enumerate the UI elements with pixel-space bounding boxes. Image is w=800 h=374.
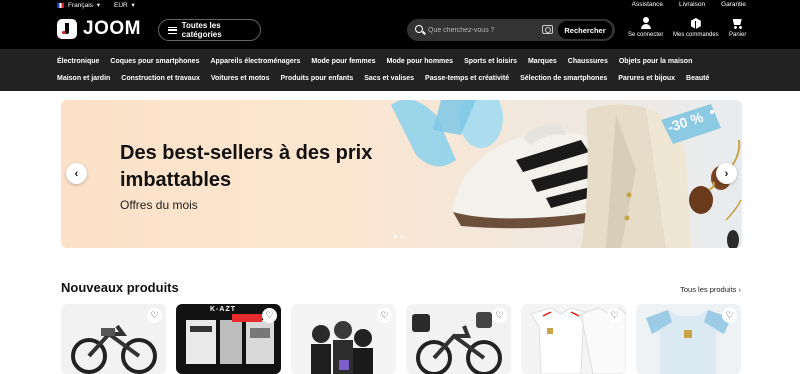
banner-subtitle: Offres du mois	[120, 198, 198, 212]
nav-item-electronique[interactable]: Électronique	[57, 58, 99, 65]
france-flag-icon	[57, 2, 64, 8]
nav-item-electromenagers[interactable]: Appareils électroménagers	[210, 58, 300, 65]
banner-pagination	[394, 235, 403, 238]
sunglasses-image	[689, 139, 742, 248]
top-utility-bar: Français ▾ EUR ▾ Assistance Livraison Ga…	[0, 0, 800, 11]
banner-title: Des best-sellers à des prix imbattables	[120, 142, 373, 191]
language-selector[interactable]: Français ▾	[57, 1, 100, 9]
pagination-dot[interactable]	[400, 235, 403, 238]
nav-item-objets-maison[interactable]: Objets pour la maison	[619, 58, 693, 65]
cart-button[interactable]: Panier	[729, 17, 746, 38]
sign-in-button[interactable]: Se connecter	[628, 17, 663, 38]
cart-icon	[732, 17, 744, 30]
favorite-heart-icon[interactable]: ♡	[492, 308, 507, 323]
nav-item-sports[interactable]: Sports et loisirs	[464, 58, 517, 65]
nav-item-beaute[interactable]: Beauté	[686, 75, 709, 82]
nav-item-marques[interactable]: Marques	[528, 58, 557, 65]
livraison-link[interactable]: Livraison	[679, 1, 705, 8]
search-input[interactable]	[428, 23, 543, 37]
category-nav-row-2: Maison et jardin Construction et travaux…	[57, 75, 709, 82]
nav-item-maison-jardin[interactable]: Maison et jardin	[57, 75, 110, 82]
cart-label: Panier	[729, 32, 747, 38]
main-header: JOOM Toutes les catégories Rechercher Se…	[0, 11, 800, 49]
garantie-link[interactable]: Garantie	[721, 1, 746, 8]
currency-label: EUR	[114, 1, 128, 9]
nav-item-mode-femmes[interactable]: Mode pour femmes	[311, 58, 375, 65]
product-card-group[interactable]: ♡	[291, 304, 396, 374]
search-bar: Rechercher	[407, 19, 615, 41]
banner-next-button[interactable]: ›	[716, 163, 737, 184]
sign-in-label: Se connecter	[628, 32, 664, 38]
all-categories-label: Toutes les catégories	[181, 21, 222, 39]
all-products-label: Tous les produits	[680, 285, 737, 294]
top-links: Assistance Livraison Garantie	[632, 1, 746, 8]
product-card-ebike[interactable]: ♡	[61, 304, 166, 374]
joom-logo-icon	[57, 19, 77, 39]
camera-search-icon[interactable]	[542, 25, 553, 34]
nav-item-enfants[interactable]: Produits pour enfants	[280, 75, 353, 82]
joom-logo[interactable]: JOOM	[57, 18, 141, 40]
search-button[interactable]: Rechercher	[558, 21, 612, 39]
locale-selectors: Français ▾ EUR ▾	[57, 1, 135, 9]
favorite-heart-icon[interactable]: ♡	[722, 308, 737, 323]
nav-item-mode-hommes[interactable]: Mode pour hommes	[387, 58, 454, 65]
nav-item-chaussures[interactable]: Chaussures	[568, 58, 608, 65]
nav-item-smartphones[interactable]: Sélection de smartphones	[520, 75, 607, 82]
new-products-title: Nouveaux produits	[61, 280, 179, 295]
favorite-heart-icon[interactable]: ♡	[262, 308, 277, 323]
promo-banner[interactable]: -30 % Des best-sellers à des prix imbatt…	[61, 100, 742, 248]
menu-icon	[168, 26, 177, 34]
product-card-kazt[interactable]: K-AZT ♡	[176, 304, 281, 374]
banner-prev-button[interactable]: ‹	[66, 163, 87, 184]
all-products-link[interactable]: Tous les produits ›	[680, 285, 741, 294]
pagination-dot[interactable]	[394, 235, 397, 238]
favorite-heart-icon[interactable]: ♡	[607, 308, 622, 323]
product-card-blue-jersey[interactable]: ♡	[636, 304, 741, 374]
all-categories-button[interactable]: Toutes les catégories	[158, 19, 261, 41]
favorite-heart-icon[interactable]: ♡	[147, 308, 162, 323]
nav-item-coques[interactable]: Coques pour smartphones	[110, 58, 199, 65]
language-label: Français	[68, 1, 93, 9]
nav-item-voitures[interactable]: Voitures et motos	[211, 75, 270, 82]
nav-item-passe-temps[interactable]: Passe-temps et créativité	[425, 75, 509, 82]
nav-item-sacs[interactable]: Sacs et valises	[364, 75, 414, 82]
currency-selector[interactable]: EUR ▾	[114, 1, 135, 10]
search-icon	[415, 25, 423, 33]
my-orders-label: Mes commandes	[673, 32, 719, 38]
chevron-right-icon: ›	[738, 285, 742, 294]
favorite-heart-icon[interactable]: ♡	[377, 308, 392, 323]
nav-item-construction[interactable]: Construction et travaux	[121, 75, 200, 82]
logo-text: JOOM	[83, 18, 141, 39]
nav-item-bijoux[interactable]: Parures et bijoux	[618, 75, 675, 82]
chevron-right-icon: ›	[724, 167, 729, 180]
product-card-ebike-2[interactable]: ♡	[406, 304, 511, 374]
product-card-white-jersey[interactable]: ♡	[521, 304, 626, 374]
category-nav-row-1: Électronique Coques pour smartphones App…	[57, 58, 692, 65]
assistance-link[interactable]: Assistance	[632, 1, 663, 8]
category-nav: Électronique Coques pour smartphones App…	[0, 49, 800, 91]
box-icon	[690, 17, 702, 30]
kazt-title: K-AZT	[210, 306, 236, 313]
user-icon	[640, 17, 652, 30]
chevron-left-icon: ‹	[74, 167, 79, 180]
my-orders-button[interactable]: Mes commandes	[673, 17, 719, 38]
